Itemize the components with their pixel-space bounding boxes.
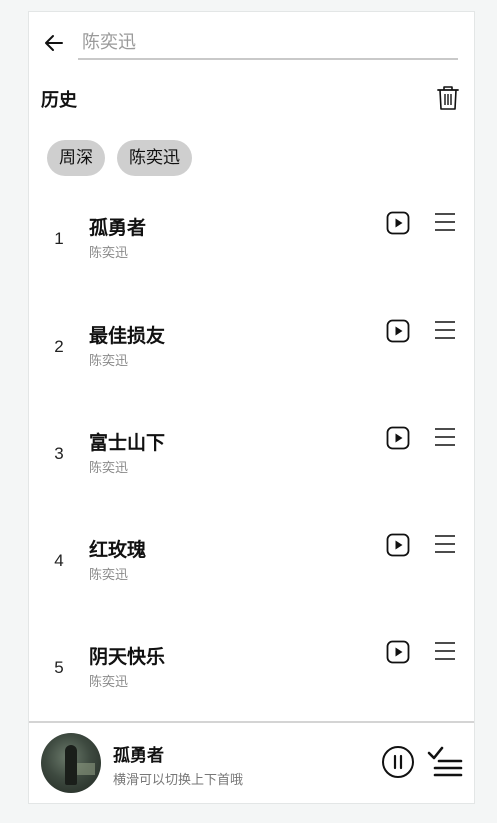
app-screen: 历史 周深 陈奕迅 1 孤勇者 陈奕迅	[28, 11, 475, 804]
history-header: 历史	[41, 84, 461, 114]
play-button[interactable]	[386, 319, 410, 343]
more-menu-button[interactable]	[433, 319, 457, 341]
now-playing-title: 孤勇者	[113, 746, 164, 765]
clear-history-button[interactable]	[435, 84, 461, 112]
history-title: 历史	[41, 90, 77, 110]
hamburger-menu-icon	[435, 213, 455, 231]
trash-icon	[437, 86, 459, 110]
song-index: 3	[54, 444, 64, 463]
history-chip[interactable]: 陈奕迅	[117, 140, 192, 176]
play-button[interactable]	[386, 211, 410, 235]
play-square-icon	[386, 533, 410, 557]
back-button[interactable]	[41, 30, 67, 56]
mini-player[interactable]: 孤勇者 横滑可以切换上下首哦	[29, 721, 474, 803]
play-square-icon	[386, 319, 410, 343]
playlist-check-icon	[427, 746, 463, 777]
play-square-icon	[386, 426, 410, 450]
play-square-icon	[386, 640, 410, 664]
swipe-hint: 横滑可以切换上下首哦	[113, 772, 244, 787]
song-artist: 陈奕迅	[89, 567, 129, 582]
album-cover[interactable]	[41, 733, 101, 793]
playlist-button[interactable]	[427, 745, 463, 779]
hamburger-menu-icon	[435, 321, 455, 339]
song-item[interactable]: 3 富士山下 陈奕迅	[29, 424, 474, 504]
more-menu-button[interactable]	[433, 211, 457, 233]
song-artist: 陈奕迅	[89, 674, 129, 689]
song-title: 红玫瑰	[89, 540, 147, 561]
song-index: 2	[54, 337, 64, 356]
song-artist: 陈奕迅	[89, 460, 129, 475]
hamburger-menu-icon	[435, 428, 455, 446]
hamburger-menu-icon	[435, 642, 455, 660]
song-item[interactable]: 4 红玫瑰 陈奕迅	[29, 531, 474, 611]
song-artist: 陈奕迅	[89, 353, 129, 368]
play-button[interactable]	[386, 426, 410, 450]
pause-button[interactable]	[381, 745, 415, 779]
song-index: 4	[54, 551, 64, 570]
song-title: 阴天快乐	[89, 647, 166, 668]
more-menu-button[interactable]	[433, 533, 457, 555]
play-button[interactable]	[386, 533, 410, 557]
song-title: 富士山下	[89, 433, 166, 454]
song-index: 1	[54, 229, 64, 248]
song-title: 最佳损友	[89, 326, 166, 347]
song-item[interactable]: 2 最佳损友 陈奕迅	[29, 317, 474, 397]
play-square-icon	[386, 211, 410, 235]
history-chips: 周深 陈奕迅	[47, 140, 192, 176]
search-input[interactable]	[78, 26, 458, 60]
pause-circle-icon	[382, 746, 414, 778]
song-index: 5	[54, 658, 64, 677]
hamburger-menu-icon	[435, 535, 455, 553]
song-title: 孤勇者	[89, 218, 147, 239]
song-item[interactable]: 5 阴天快乐 陈奕迅	[29, 638, 474, 718]
search-bar	[29, 26, 474, 62]
history-chip[interactable]: 周深	[47, 140, 105, 176]
song-item[interactable]: 1 孤勇者 陈奕迅	[29, 209, 474, 289]
song-artist: 陈奕迅	[89, 245, 129, 260]
more-menu-button[interactable]	[433, 426, 457, 448]
more-menu-button[interactable]	[433, 640, 457, 662]
arrow-left-icon	[45, 35, 63, 51]
play-button[interactable]	[386, 640, 410, 664]
